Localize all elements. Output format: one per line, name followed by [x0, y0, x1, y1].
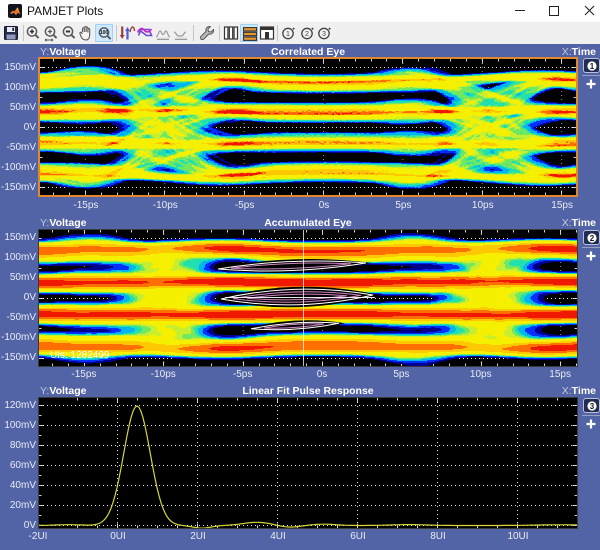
svg-text:100: 100 — [100, 30, 109, 36]
svg-text:2: 2 — [590, 234, 595, 243]
svg-text:1: 1 — [590, 62, 595, 71]
svg-text:3: 3 — [322, 31, 326, 38]
svg-text:3: 3 — [590, 402, 595, 411]
svg-text:2: 2 — [305, 31, 309, 38]
svg-text:1: 1 — [286, 31, 290, 38]
